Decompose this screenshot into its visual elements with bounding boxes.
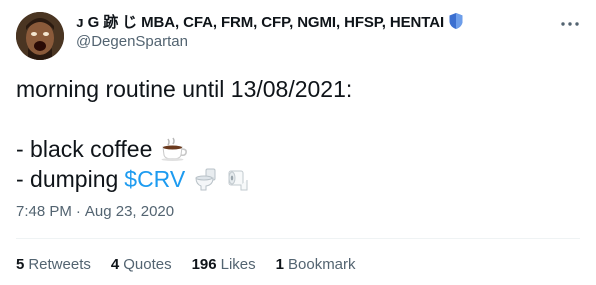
author-name-row[interactable]: ᴊ G 跡 じ MBA, CFA, FRM, CFP, NGMI, HFSP, … xyxy=(76,11,464,31)
toilet-paper-icon xyxy=(223,166,249,192)
tweet-line: morning routine until 13/08/2021: xyxy=(16,76,353,102)
tweet-timestamp[interactable]: 7:48 PM · Aug 23, 2020 xyxy=(16,203,174,220)
quotes-count: 4 xyxy=(110,256,120,273)
retweets-count: 5 xyxy=(16,256,25,273)
more-dots-icon xyxy=(561,22,579,26)
retweets-label: Retweets xyxy=(28,256,91,273)
tweet-line: - black coffee xyxy=(16,134,576,164)
quotes-stat[interactable]: 4 Quotes xyxy=(111,256,172,273)
toilet-icon xyxy=(193,166,219,192)
bookmarks-stat[interactable]: 1 Bookmark xyxy=(276,256,356,273)
likes-label: Likes xyxy=(220,256,256,273)
tweet-time[interactable]: 7:48 PM xyxy=(16,203,72,220)
engagement-stats: 5 Retweets 4 Quotes 196 Likes 1 Bookmark xyxy=(16,256,376,273)
tweet-line-text: - dumping xyxy=(16,166,119,192)
author-avatar[interactable] xyxy=(16,12,64,60)
tweet-line: - dumping $CRV xyxy=(16,164,576,194)
quotes-label: Quotes xyxy=(123,256,172,273)
retweets-stat[interactable]: 5 Retweets xyxy=(16,256,91,273)
timestamp-separator: · xyxy=(75,203,81,220)
bookmarks-count: 1 xyxy=(275,256,284,273)
author-display-name[interactable]: ᴊ G 跡 じ MBA, CFA, FRM, CFP, NGMI, HFSP, … xyxy=(76,11,444,32)
more-options-button[interactable] xyxy=(558,12,582,36)
coffee-icon xyxy=(160,137,188,161)
divider xyxy=(16,238,580,239)
author-handle[interactable]: @DegenSpartan xyxy=(76,33,188,50)
shield-icon xyxy=(448,12,464,30)
tweet-date[interactable]: Aug 23, 2020 xyxy=(85,203,174,220)
avatar-image xyxy=(16,12,64,60)
cashtag-link[interactable]: $CRV xyxy=(124,164,185,194)
tweet-line-text: - black coffee xyxy=(16,136,153,162)
likes-count: 196 xyxy=(191,256,217,273)
likes-stat[interactable]: 196 Likes xyxy=(192,256,256,273)
tweet-text: morning routine until 13/08/2021: - blac… xyxy=(16,74,576,194)
bookmarks-label: Bookmark xyxy=(288,256,356,273)
